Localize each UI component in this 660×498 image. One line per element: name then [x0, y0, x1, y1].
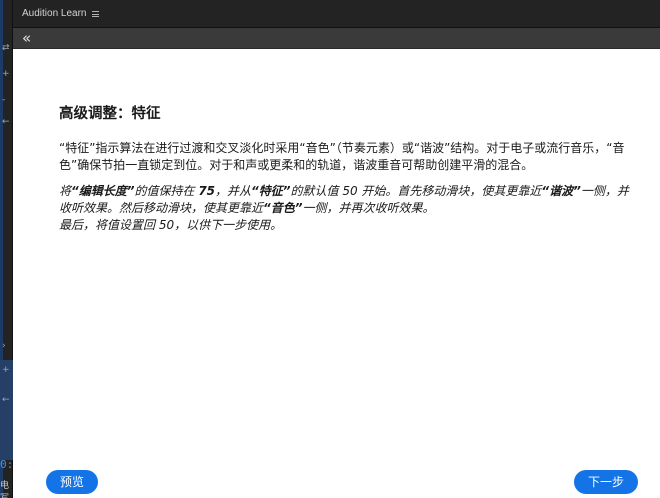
minus-icon[interactable]: -	[2, 96, 5, 105]
lesson-heading: 高级调整：特征	[59, 106, 161, 122]
left-edge-panel	[0, 360, 13, 460]
app-window: ⇄ + - ← › + ← 0:0 电写 Audition Learn « 高级…	[0, 0, 660, 498]
instr-text: 的默认值 50 开始。首先移动滑块，使其更靠近	[290, 184, 542, 198]
plus-icon[interactable]: +	[2, 70, 10, 79]
strip-label: 电写	[0, 481, 10, 498]
instr-emphasis: “编辑长度”	[71, 184, 135, 198]
instr-text: 一侧，并再次收听效果。	[302, 201, 435, 215]
lesson-paragraph: “特征”指示算法在进行过渡和交叉淡化时采用“音色”（节奏元素）或“谐波”结构。对…	[59, 141, 625, 172]
instr-emphasis: “特征”	[251, 184, 291, 198]
chevron-right-icon[interactable]: ›	[2, 342, 6, 351]
lesson-instruction: 将“编辑长度”的值保持在 75，并从“特征”的默认值 50 开始。首先移动滑块，…	[59, 183, 639, 234]
preview-button[interactable]: 预览	[46, 470, 99, 494]
instr-text: 最后，将值设置回 50，以供下一步使用。	[59, 218, 283, 232]
arrow-left-icon[interactable]: ←	[2, 118, 10, 127]
instr-emphasis: “谐波”	[541, 184, 581, 198]
learn-panel: Audition Learn « 高级调整：特征 “特征”指示算法在进行过渡和交…	[13, 0, 660, 498]
instr-emphasis: “音色”	[263, 201, 303, 215]
instr-text: 将	[59, 184, 72, 198]
instr-text: ，并从	[215, 184, 252, 198]
lesson-content: 高级调整：特征 “特征”指示算法在进行过渡和交叉淡化时采用“音色”（节奏元素）或…	[59, 104, 639, 234]
arrow-left-icon-2[interactable]: ←	[2, 396, 10, 405]
next-step-button[interactable]: 下一步	[573, 470, 638, 494]
instr-emphasis: 75	[198, 184, 216, 198]
panel-toolbar: «	[13, 28, 660, 49]
panel-title[interactable]: Audition Learn	[22, 8, 87, 19]
panel-menu-icon[interactable]	[92, 11, 99, 17]
panel-header: Audition Learn	[13, 0, 660, 28]
double-chevron-left-icon[interactable]: «	[22, 29, 31, 47]
instr-text: 的值保持在	[134, 184, 199, 198]
plus-icon-2[interactable]: +	[2, 366, 10, 375]
underlying-app-strip: ⇄ + - ← › + ← 0:0 电写	[0, 0, 20, 498]
arrow-left-right-icon[interactable]: ⇄	[2, 44, 10, 53]
